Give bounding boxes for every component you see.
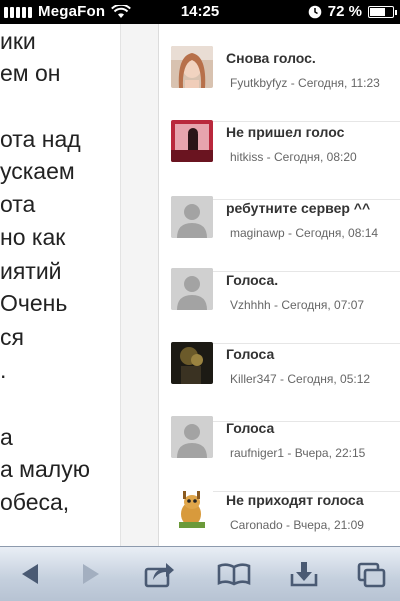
comment-item[interactable]: Голоса. Vzhhhh - Сегодня, 07:07 xyxy=(159,268,400,344)
battery-fill xyxy=(370,7,385,16)
comment-meta: Vzhhhh - Сегодня, 07:07 xyxy=(230,298,364,312)
article-line: иятий xyxy=(0,258,62,284)
avatar[interactable] xyxy=(171,46,213,88)
tabs-icon xyxy=(357,562,386,588)
comment-author[interactable]: Caronado xyxy=(230,518,283,532)
comment-author[interactable]: Vzhhhh xyxy=(230,298,271,312)
tabs-button[interactable] xyxy=(354,557,390,591)
comment-meta: raufniger1 - Вчера, 22:15 xyxy=(230,446,365,460)
default-avatar-icon[interactable] xyxy=(171,268,213,310)
article-line: обеса, xyxy=(0,489,70,515)
comment-meta: Caronado - Вчера, 21:09 xyxy=(230,518,364,532)
article-line: Очень xyxy=(0,290,68,316)
back-button[interactable] xyxy=(12,557,48,591)
meta-separator: - xyxy=(263,150,275,164)
comment-item[interactable]: Не пришел голос hitkiss - Сегодня, 08:20 xyxy=(159,120,400,200)
comment-title[interactable]: Голоса xyxy=(226,420,274,436)
meta-separator: - xyxy=(284,226,296,240)
comment-author[interactable]: Fyutkbyfyz xyxy=(230,76,287,90)
comment-item[interactable]: Голоса Killer347 - Сегодня, 05:12 xyxy=(159,342,400,422)
comment-date: Сегодня, 08:14 xyxy=(295,226,379,240)
article-line: но как xyxy=(0,224,66,250)
comment-title[interactable]: Не приходят голоса xyxy=(226,492,364,508)
share-button[interactable] xyxy=(142,557,178,591)
avatar[interactable] xyxy=(171,488,213,530)
article-text-column: ики ем он ота над ускаем ота но как ияти… xyxy=(0,24,120,546)
download-icon xyxy=(290,562,318,587)
comment-item[interactable]: Голоса raufniger1 - Вчера, 22:15 xyxy=(159,416,400,492)
comment-author[interactable]: hitkiss xyxy=(230,150,263,164)
article-line: а xyxy=(0,424,13,450)
comment-item[interactable]: ребутните сервер ^^ maginawp - Сегодня, … xyxy=(159,196,400,272)
forward-arrow-icon xyxy=(83,564,99,584)
comment-date: Сегодня, 08:20 xyxy=(274,150,357,164)
article-line: . xyxy=(0,357,7,383)
comment-title[interactable]: Голоса xyxy=(226,346,274,362)
comment-author[interactable]: maginawp xyxy=(230,226,285,240)
comment-date: Сегодня, 07:07 xyxy=(281,298,365,312)
battery-percent: 72 % xyxy=(327,3,362,20)
comment-author[interactable]: raufniger1 xyxy=(230,446,284,460)
article-line: ся xyxy=(0,324,24,350)
meta-separator: - xyxy=(287,76,299,90)
comment-title[interactable]: Голоса. xyxy=(226,272,278,288)
status-bar-right: 72 % xyxy=(308,3,397,20)
default-avatar-icon[interactable] xyxy=(171,416,213,458)
comment-title[interactable]: Снова голос. xyxy=(226,50,316,66)
article-line: ем он xyxy=(0,60,61,86)
article-line: ики xyxy=(0,28,36,54)
meta-separator: - xyxy=(282,518,294,532)
comment-date: Сегодня, 11:23 xyxy=(298,76,380,90)
comment-date: Сегодня, 05:12 xyxy=(287,372,371,386)
avatar[interactable] xyxy=(171,342,213,384)
comment-item[interactable]: Снова голос. Fyutkbyfyz - Сегодня, 11:23 xyxy=(159,46,400,122)
bookmarks-button[interactable] xyxy=(216,557,252,591)
comment-meta: hitkiss - Сегодня, 08:20 xyxy=(230,150,357,164)
battery-icon xyxy=(368,5,397,18)
clock-icon xyxy=(308,5,322,18)
comment-title[interactable]: Не пришел голос xyxy=(226,124,344,140)
meta-separator: - xyxy=(284,446,295,460)
meta-separator: - xyxy=(276,372,288,386)
comment-meta: Fyutkbyfyz - Сегодня, 11:23 xyxy=(230,76,380,90)
status-bar: MegaFon 14:25 72 % xyxy=(0,0,400,24)
share-icon xyxy=(144,563,174,588)
comment-title[interactable]: ребутните сервер ^^ xyxy=(226,200,370,216)
article-line: ота xyxy=(0,191,36,217)
comment-item[interactable]: Не приходят голоса Caronado - Вчера, 21:… xyxy=(159,488,400,546)
column-gutter xyxy=(120,24,159,546)
comment-date: Вчера, 21:09 xyxy=(293,518,364,532)
comment-meta: Killer347 - Сегодня, 05:12 xyxy=(230,372,370,386)
default-avatar-icon[interactable] xyxy=(171,196,213,238)
comment-author[interactable]: Killer347 xyxy=(230,372,277,386)
comment-date: Вчера, 22:15 xyxy=(294,446,366,460)
article-line: ота над xyxy=(0,126,81,152)
browser-toolbar xyxy=(0,546,400,601)
meta-separator: - xyxy=(270,298,282,312)
comment-meta: maginawp - Сегодня, 08:14 xyxy=(230,226,378,240)
article-line: а малую xyxy=(0,456,90,482)
bookmarks-icon xyxy=(217,563,251,586)
avatar[interactable] xyxy=(171,120,213,162)
article-line: ускаем xyxy=(0,158,75,184)
forward-button[interactable] xyxy=(73,557,109,591)
comments-panel[interactable]: Снова голос. Fyutkbyfyz - Сегодня, 11:23… xyxy=(158,24,400,546)
back-arrow-icon xyxy=(22,564,38,584)
reading-list-button[interactable] xyxy=(286,557,322,591)
